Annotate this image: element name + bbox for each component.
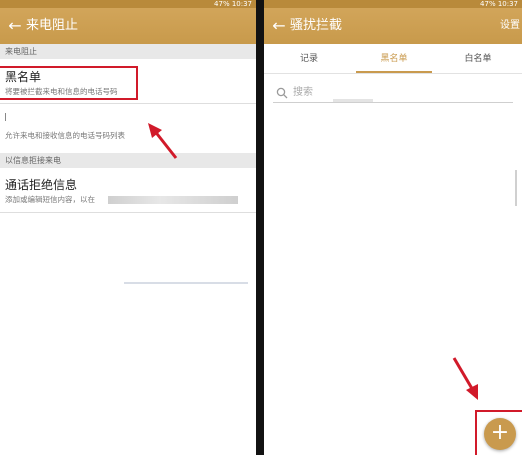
redacted-text xyxy=(108,196,238,204)
list-item-whitelist[interactable]: 允许来电和接收信息的电话号码列表 xyxy=(0,104,256,148)
search-icon xyxy=(276,87,288,99)
status-bar: 47% 10:37 xyxy=(264,0,522,8)
back-arrow-icon[interactable]: ← xyxy=(270,17,288,35)
tab-records[interactable]: 记录 xyxy=(264,44,354,74)
annotation-arrow-icon xyxy=(452,357,478,400)
left-screen: 47% 10:37 ← 来电阻止 来电阻止 黑名单 将要被拦截来电和信息的电话号… xyxy=(0,0,256,455)
app-bar: ← 骚扰拦截 设置 xyxy=(264,8,522,44)
tab-blacklist[interactable]: 黑名单 xyxy=(354,44,434,74)
whitelist-subtitle: 允许来电和接收信息的电话号码列表 xyxy=(5,131,125,140)
annotation-highlight-box xyxy=(0,66,138,100)
settings-button[interactable]: 设置 xyxy=(500,20,520,32)
divider xyxy=(0,212,256,213)
back-arrow-icon[interactable]: ← xyxy=(6,17,24,35)
active-tab-indicator xyxy=(356,71,432,73)
page-title: 来电阻止 xyxy=(26,18,79,33)
reject-message-title: 通话拒绝信息 xyxy=(5,178,78,192)
divider-gap xyxy=(256,0,264,455)
page-title: 骚扰拦截 xyxy=(290,18,343,33)
reject-message-subtitle: 添加或编辑短信内容，以在 xyxy=(5,195,95,204)
scrollbar[interactable] xyxy=(515,170,517,206)
scroll-edge xyxy=(124,282,248,284)
app-bar: ← 来电阻止 xyxy=(0,8,256,44)
redacted-title xyxy=(5,113,6,121)
redacted-text xyxy=(333,99,373,102)
section-header-call-block: 来电阻止 xyxy=(0,44,256,59)
search-input[interactable]: 搜索 xyxy=(273,83,513,103)
section-header-reject-message: 以信息拒接来电 xyxy=(0,153,256,168)
tab-whitelist[interactable]: 白名单 xyxy=(434,44,522,74)
tab-bar: 记录 黑名单 白名单 xyxy=(264,44,522,74)
annotation-arrow-icon xyxy=(148,123,178,159)
list-item-reject-message[interactable]: 通话拒绝信息 添加或编辑短信内容，以在 xyxy=(0,168,256,212)
search-placeholder: 搜索 xyxy=(293,87,313,98)
status-bar: 47% 10:37 xyxy=(0,0,256,8)
right-screen: 47% 10:37 ← 骚扰拦截 设置 记录 黑名单 白名单 搜索 + xyxy=(264,0,522,455)
add-button[interactable]: + xyxy=(484,418,516,450)
